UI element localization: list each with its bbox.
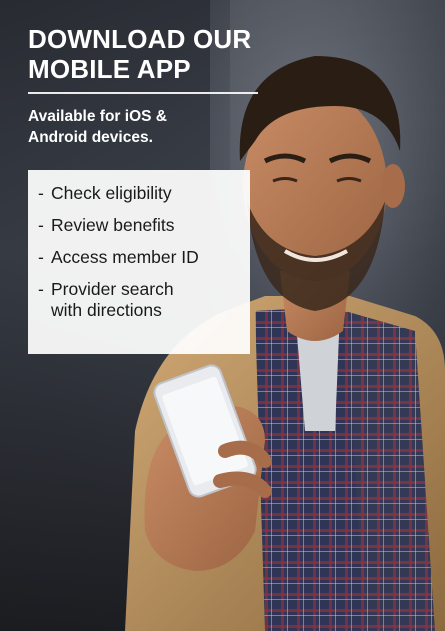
feature-item-review-benefits: - Review benefits [38, 215, 240, 236]
feature-item-label: Review benefits [51, 215, 175, 235]
feature-list: - Check eligibility - Review benefits - Acc… [38, 183, 240, 321]
availability-line-1: Available for iOS & [28, 108, 167, 125]
feature-item-label: Check eligibility [51, 183, 172, 203]
feature-item-check-eligibility: - Check eligibility [38, 183, 240, 204]
feature-item-provider-search: - Provider search with directions [38, 279, 240, 321]
availability-text: Available for iOS & Android devices. [28, 106, 248, 148]
headline: DOWNLOAD OUR MOBILE APP [28, 24, 278, 84]
mobile-app-promo-card: DOWNLOAD OUR MOBILE APP Available for iO… [0, 0, 445, 631]
headline-divider [28, 92, 258, 94]
bullet-dash: - [38, 215, 44, 235]
headline-line-2: MOBILE APP [28, 54, 191, 84]
feature-item-access-member-id: - Access member ID [38, 247, 240, 268]
feature-item-label: Provider search [51, 279, 174, 299]
bullet-dash: - [38, 279, 44, 299]
bullet-dash: - [38, 183, 44, 203]
feature-list-panel: - Check eligibility - Review benefits - Acc… [28, 170, 250, 354]
bullet-dash: - [38, 247, 44, 267]
feature-item-label-continued: with directions [51, 300, 162, 320]
feature-item-label: Access member ID [51, 247, 199, 267]
availability-line-2: Android devices. [28, 129, 153, 146]
headline-line-1: DOWNLOAD OUR [28, 24, 252, 54]
